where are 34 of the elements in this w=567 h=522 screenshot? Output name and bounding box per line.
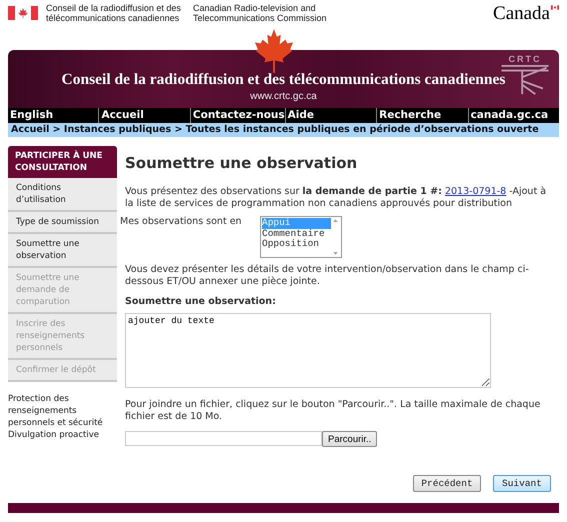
banner-title: Conseil de la radiodiffusion et des télécommunications canadiennes	[62, 71, 506, 89]
list-option[interactable]: Opposition	[262, 239, 331, 250]
sidebar-item[interactable]: Conditions d’utilisation	[8, 178, 117, 212]
flag-icon	[551, 5, 559, 10]
file-path-field[interactable]	[125, 431, 322, 446]
next-button[interactable]: Suivant	[493, 475, 551, 492]
breadcrumb: Accueil > Instances publiques > Toutes les instances publiques en période d’observations ouverte	[8, 123, 559, 137]
logo-text: CRTC	[508, 54, 542, 64]
flag-icon	[8, 6, 38, 20]
scroll-up-icon[interactable]	[333, 219, 338, 222]
maple-leaf-icon	[254, 29, 292, 73]
organization-name: Canadian Radio-television and Telecommunications Commission	[193, 3, 328, 23]
scroll-down-icon[interactable]	[333, 252, 338, 255]
sidebar-item[interactable]: Soumettre une observation	[8, 234, 117, 268]
sidebar-heading: PARTICIPER À UNE CONSULTATION	[8, 146, 117, 178]
application-link[interactable]: 2013-0791-8	[444, 186, 506, 197]
sidebar-link[interactable]: Protection des renseignements personnels et sécurité	[8, 393, 117, 429]
field-label: Soumettre une observation:	[125, 296, 277, 307]
list-option[interactable]: Commentaire	[262, 228, 331, 239]
observation-field[interactable]: ajouter du texte	[125, 313, 491, 388]
wordmark: Canada	[493, 3, 550, 25]
sidebar-item[interactable]: Type de soumission	[8, 212, 117, 234]
list-box[interactable]: Appui Commentaire Opposition	[260, 216, 342, 258]
intro-text: Vous présentez des observations sur la demande de partie 1 #: 2013-0791-8 -Ajout à la liste de services de programmation non canadiens approuvés pour distribution	[125, 186, 548, 210]
organization-name: Conseil de la radiodiffusion et des télécommunications canadiennes	[46, 3, 181, 23]
banner-url: www.crtc.gc.ca	[250, 91, 317, 102]
sidebar-link[interactable]: Divulgation proactive	[8, 429, 117, 441]
browse-button[interactable]: Parcourir..	[322, 431, 378, 447]
previous-button[interactable]: Précédent	[413, 475, 481, 492]
field-label: Mes observations sont en	[120, 216, 243, 227]
page-title: Soumettre une observation	[125, 154, 358, 172]
nav-link[interactable]: English	[8, 108, 98, 123]
instructions-text: Vous devez présenter les détails de votre intervention/observation dans le champ ci-dessous ET/OU annexer une pièce jointe.	[125, 264, 530, 288]
attachment-note: Pour joindre un fichier, cliquez sur le bouton "Parcourir..". La taille maximale de chaque fichier est de 10 Mo.	[125, 399, 542, 423]
